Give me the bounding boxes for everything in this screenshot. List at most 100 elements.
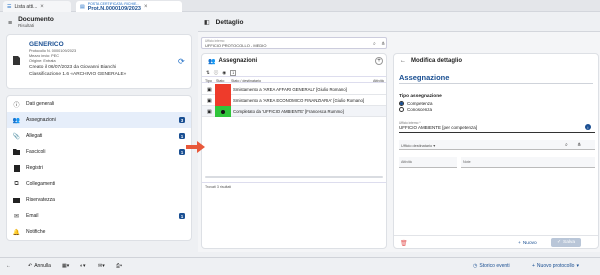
menu-item-label: Fascicoli [26,149,46,155]
assegnazioni-panel: 👥 Assegnazioni + ⇅ ⓘ ◉ 1 Tipo Stato Stat… [201,53,387,249]
undo-icon: ↶ [28,263,33,269]
radio-label: Conoscenza [407,107,433,112]
email-button[interactable]: ✉▾ [98,263,105,269]
close-icon[interactable]: × [40,4,44,10]
panel-toggle-icon[interactable]: ◧ [204,19,210,26]
tab-protocollo[interactable]: ▤ POSTA CERTIFICATA: RICHIE... Prot.N.00… [76,1,182,12]
close-icon[interactable]: × [144,4,148,10]
back-arrow-icon[interactable]: ← [400,58,406,64]
radio-competenza[interactable]: Competenza [399,101,433,106]
menu-item-fascicoli[interactable]: Fascicoli 1 [7,144,191,160]
menu-item-riservatezza[interactable]: Riservatezza [7,192,191,208]
ufficio-interno-selector[interactable]: Ufficio interno UFFICIO PROTOCOLLO - MED… [201,37,387,49]
count-badge: 1 [179,133,185,139]
tree-icon[interactable]: ⋔ [577,142,581,148]
qr-code-icon: ▦▾ [62,263,70,269]
menu-item-registri[interactable]: Registri [7,160,191,176]
menu-item-email[interactable]: ✉ Email 1 [7,208,191,224]
add-assegnazione-button[interactable]: + [375,57,383,65]
table-row[interactable]: ▣ Completato da 'UFFICIO AMBIENTE' [Fran… [202,106,386,117]
ufficio-destinatario-field[interactable]: Ufficio destinatario ▾ ⌕ ⋔ [399,140,595,150]
table-row[interactable]: ▣ Smistamento a 'AREA AFFARI GENERALI' [… [202,84,386,95]
radio-button[interactable] [399,101,404,106]
salva-button[interactable]: ✓ Salva [551,238,581,247]
origine: Origine: Entrata [29,59,56,63]
link-icon: ⧉ [14,180,19,187]
radio-button[interactable] [399,107,404,112]
column-header[interactable]: Stato / destinatario [231,79,261,83]
menu-item-label: Email [26,213,39,219]
menu-item-dati-generali[interactable]: ⓘ Dati generali [7,96,191,112]
nuovo-protocollo-label: Nuovo protocollo [536,263,575,269]
tab-lista-atti[interactable]: ☰ Lista atti... × [3,1,71,12]
annulla-button[interactable]: ↶ Annulla [28,263,51,269]
attivita-field[interactable]: Attività [399,157,457,168]
menu-icon[interactable]: ≡ [8,20,12,27]
folder-icon [13,149,20,156]
document-icon: ▤ [80,3,85,10]
tree-icon[interactable]: ⋔ [381,41,385,47]
classification: Classificazione 1.6 «ARCHIVIO GENERALE» [29,72,127,77]
lock-icon [13,197,20,204]
mail-icon: ✉ [13,213,20,220]
radio-label: Competenza [407,101,433,106]
status-red [215,95,231,106]
bell-icon: 🔔 [12,229,21,236]
column-header[interactable]: Tipo [205,79,212,83]
count-badge: 1 [179,149,185,155]
table-row[interactable]: ▣ Smistamento a 'AREA ECONOMICO FINANZIA… [202,95,386,106]
list-icon: ☰ [7,3,12,10]
history-icon: ◷ [473,263,478,269]
nuovo-protocollo-button[interactable]: + Nuovo protocollo ▾ [532,263,579,269]
ufficio-interno-field[interactable]: Ufficio interno * UFFICIO AMBIENTE [per … [399,121,595,133]
left-panel-subtitle[interactable]: Risultati [18,23,54,29]
count-badge: 1 [179,213,185,219]
menu-item-collegamenti[interactable]: ⧉ Collegamenti [7,176,191,192]
print-button[interactable]: ⎙▾ [116,263,122,269]
arrow-left-icon: ← [6,263,11,269]
menu-item-assegnazioni[interactable]: 👥 Assegnazioni 3 [7,112,191,128]
column-header[interactable]: Stato [216,79,224,83]
annotation-arrow-icon [186,141,205,153]
modifica-dettaglio-panel: ← Modifica dettaglio Assegnazione Tipo a… [393,53,599,249]
section-title: Assegnazione [399,73,450,82]
left-panel-header: ≡ Documento Risultati [0,14,196,32]
document-icon [13,56,20,66]
status-red [215,84,231,95]
refresh-icon[interactable]: ⟳ [178,57,185,66]
note-field[interactable]: Note [461,157,595,168]
mezzo-invio: Mezzo invio: PEC [29,54,59,58]
storico-eventi-button[interactable]: ◷ Storico eventi [473,263,510,269]
users-icon: 👥 [208,58,216,65]
nuovo-button[interactable]: + Nuovo [518,239,537,247]
count-badge: 3 [179,117,185,123]
menu-item-allegati[interactable]: 📎 Allegati 1 [7,128,191,144]
assegnazioni-header: 👥 Assegnazioni [202,54,386,68]
column-header[interactable]: Attività [373,79,384,83]
detail-title: Dettaglio [215,19,244,26]
document-info-card: GENERICO Protocollo N. 0000109/2023 Mezz… [6,34,192,89]
created-info: Creato il 06/07/2023 da Giovanni Bianchi [29,65,117,70]
search-icon[interactable]: ⌕ [373,41,376,47]
modifica-footer: 🗑 + Nuovo ✓ Salva [394,235,598,249]
menu-item-label: Riservatezza [26,197,55,203]
menu-item-label: Notifiche [26,229,46,235]
horizontal-scrollbar[interactable] [205,176,383,178]
storico-label: Storico eventi [479,263,510,269]
paperclip-icon: 📎 [12,133,21,140]
tab-protocollo-number: Prot.N.0000109/2023 [87,5,141,12]
users-icon: 👥 [12,117,21,124]
bottom-toolbar: ← ↶ Annulla ▦▾ ◐▾ ✉▾ ⎙▾ ◷ Storico eventi… [0,257,600,275]
qr-code-button[interactable]: ▦▾ [62,263,69,269]
search-icon[interactable]: ⌕ [565,142,568,148]
assignment-type-icon: ▣ [207,87,212,93]
radio-conoscenza[interactable]: Conoscenza [399,107,432,112]
back-button[interactable]: ← [6,263,11,269]
table-header: Tipo Stato Stato / destinatario Attività [202,76,386,83]
divider [399,83,593,84]
menu-item-notifiche[interactable]: 🔔 Notifiche [7,224,191,240]
info-icon[interactable]: i [585,124,591,130]
menu-item-label: Collegamenti [26,181,56,187]
trash-icon[interactable]: 🗑 [400,240,408,247]
share-button[interactable]: ◐▾ [80,263,86,269]
